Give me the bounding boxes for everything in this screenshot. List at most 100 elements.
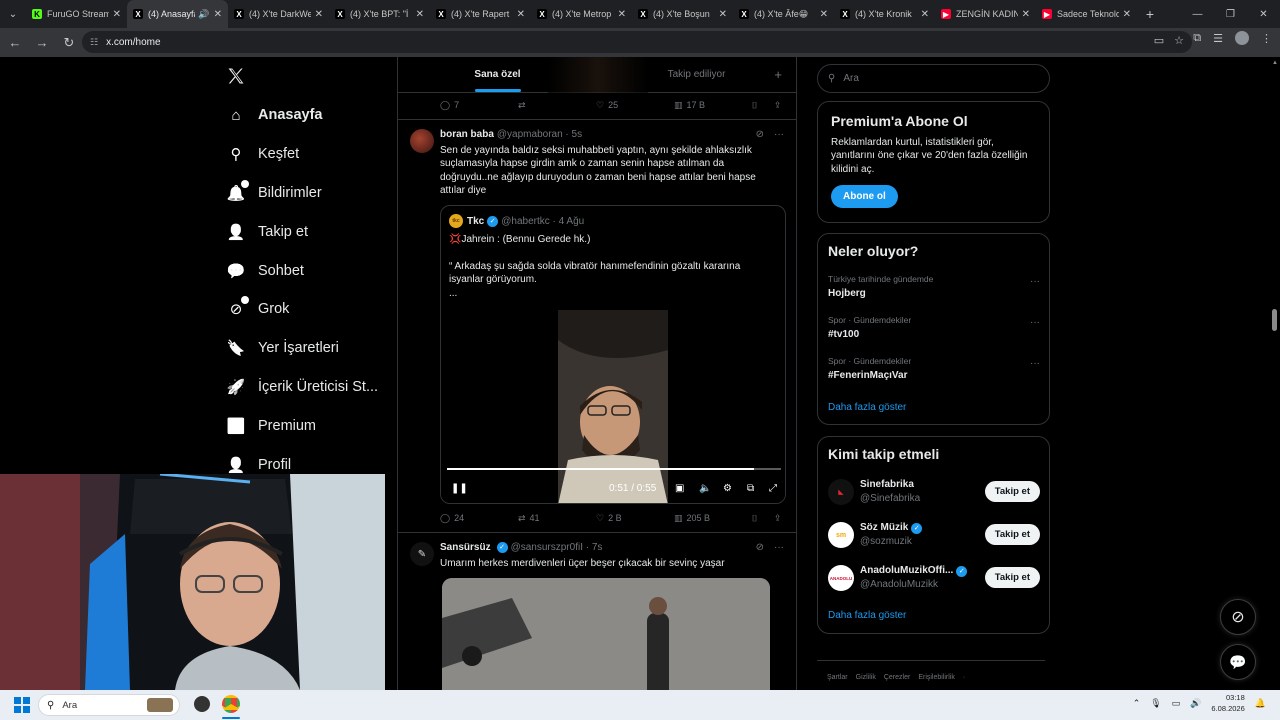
tab-close-icon[interactable]: ✕ bbox=[618, 9, 626, 20]
avatar[interactable]: ✎ bbox=[410, 542, 434, 566]
nav-item-grok[interactable]: ⊘ Grok bbox=[226, 290, 378, 329]
microphone-icon[interactable]: 🎙 bbox=[1150, 698, 1161, 709]
scroll-up-icon[interactable]: ▲ bbox=[1272, 60, 1278, 66]
settings-icon[interactable]: ⚙ bbox=[723, 483, 732, 494]
forward-button[interactable]: → bbox=[30, 31, 54, 55]
close-window-icon[interactable]: ✕ bbox=[1247, 0, 1280, 28]
fullscreen-icon[interactable]: ⤢ bbox=[769, 483, 777, 494]
author-handle[interactable]: @sansurszpr0fiI · 7s bbox=[511, 542, 603, 553]
footer-link[interactable]: Çerezler bbox=[884, 674, 910, 681]
browser-tab[interactable]: X (4) X'te Rapert ✕ bbox=[430, 0, 531, 28]
share-button[interactable]: ⇪ bbox=[774, 100, 782, 111]
browser-tab[interactable]: ▶ Sadece Teknoloji ✕ bbox=[1036, 0, 1137, 28]
views-button[interactable]: ▥ 17 B bbox=[674, 100, 705, 111]
like-button[interactable]: ♡ 2 B bbox=[596, 513, 622, 524]
more-icon[interactable]: ··· bbox=[774, 542, 784, 553]
tab-close-icon[interactable]: ✕ bbox=[921, 9, 929, 20]
author-handle[interactable]: @yapmaboran · 5s bbox=[497, 129, 582, 140]
reload-button[interactable]: ↻ bbox=[57, 31, 81, 55]
nav-item-premium[interactable]: ✅ Premium bbox=[226, 406, 378, 445]
trend-item[interactable]: Spor · Gündemdekiler #FenerinMaçıVar ··· bbox=[828, 356, 1040, 381]
captions-icon[interactable]: ▣ bbox=[675, 483, 684, 494]
browser-tab[interactable]: X (4) X'te Âfe😁 ✕ bbox=[733, 0, 834, 28]
profile-avatar[interactable] bbox=[1235, 31, 1249, 45]
picture-in-picture-icon[interactable]: ⧉ bbox=[747, 483, 754, 494]
volume-icon[interactable]: 🔈 bbox=[699, 483, 711, 494]
footer-link[interactable]: Şartlar bbox=[827, 674, 848, 681]
avatar[interactable]: sm bbox=[828, 522, 854, 548]
bookmark-star-icon[interactable]: ☆ bbox=[1174, 34, 1184, 47]
tab-close-icon[interactable]: ✕ bbox=[1022, 9, 1030, 20]
follow-suggestion[interactable]: ANADOLU AnadoluMuzikOffi... ✓ @AnadoluMuzik… bbox=[828, 563, 1040, 593]
more-icon[interactable]: ··· bbox=[1030, 358, 1040, 369]
browser-tab[interactable]: K FuruGO Stream ✕ bbox=[26, 0, 127, 28]
show-more-follow-link[interactable]: Daha fazla göster bbox=[828, 610, 906, 621]
trend-item[interactable]: Spor · Gündemdekiler #tv100 ··· bbox=[828, 315, 1040, 340]
tab-close-icon[interactable]: ✕ bbox=[820, 9, 828, 20]
browser-tab[interactable]: X (4) X'te DarkWeb ✕ bbox=[228, 0, 329, 28]
nav-item-bell[interactable]: 🔔 4 Bildirimler bbox=[226, 174, 378, 213]
follow-button[interactable]: Takip et bbox=[984, 524, 1040, 545]
restore-icon[interactable]: ❐ bbox=[1214, 0, 1247, 28]
add-tab-icon[interactable]: + bbox=[774, 67, 782, 82]
tab-close-icon[interactable]: ✕ bbox=[315, 9, 323, 20]
more-icon[interactable]: ··· bbox=[1030, 317, 1040, 328]
bookmark-button[interactable]: ⌷ bbox=[752, 100, 757, 111]
footer-link[interactable]: Gizlilik bbox=[856, 674, 876, 681]
chrome-icon[interactable] bbox=[222, 695, 240, 713]
network-icon[interactable]: ▭ bbox=[1172, 698, 1181, 709]
video-progress-bar[interactable] bbox=[447, 468, 781, 470]
nav-item-follow[interactable]: 👤 Takip et bbox=[226, 212, 378, 251]
search-input[interactable]: ⚲ Ara bbox=[817, 64, 1050, 93]
trend-item[interactable]: Türkiye tarihinde gündemde Hojberg ··· bbox=[828, 274, 1040, 299]
follow-button[interactable]: Takip et bbox=[984, 567, 1040, 588]
cast-icon[interactable]: ▭ bbox=[1154, 34, 1164, 47]
address-bar[interactable]: ☷ x.com/home ▭ ☆ bbox=[82, 31, 1192, 53]
tab-close-icon[interactable]: ✕ bbox=[1123, 9, 1131, 20]
avatar[interactable]: ◣ bbox=[828, 479, 854, 505]
scrollbar-thumb[interactable] bbox=[1272, 309, 1277, 331]
menu-icon[interactable]: ⋮ bbox=[1261, 32, 1272, 45]
nav-item-search[interactable]: ⚲ Keşfet bbox=[226, 135, 378, 174]
browser-tab[interactable]: X (4) X'te BPT: "İ ✕ bbox=[329, 0, 430, 28]
views-button[interactable]: ▥ 205 B bbox=[674, 513, 710, 524]
tab-search-button[interactable]: ⌄ bbox=[0, 0, 26, 28]
extensions-icon[interactable]: ⧉ bbox=[1193, 32, 1201, 45]
more-icon[interactable]: ··· bbox=[1030, 276, 1040, 287]
repost-button[interactable]: ⇄ 41 bbox=[518, 513, 540, 524]
nav-item-rocket[interactable]: 🚀 İçerik Üreticisi St... bbox=[226, 368, 378, 407]
browser-tab[interactable]: X (4) X'te Kronik ✕ bbox=[834, 0, 935, 28]
back-button[interactable]: ← bbox=[3, 31, 27, 55]
follow-button[interactable]: Takip et bbox=[984, 481, 1040, 502]
footer-link[interactable]: · bbox=[963, 674, 965, 681]
tab-close-icon[interactable]: ✕ bbox=[719, 9, 727, 20]
browser-tab[interactable]: ▶ ZENGİN KADIN ✕ bbox=[935, 0, 1036, 28]
nav-item-bookmark[interactable]: 🔖 Yer İşaretleri bbox=[226, 329, 378, 368]
browser-tab[interactable]: X (4) X'te Metrop ✕ bbox=[531, 0, 632, 28]
clock[interactable]: 03:18 6.08.2026 bbox=[1211, 692, 1244, 714]
volume-icon[interactable]: 🔊 bbox=[1190, 698, 1201, 709]
subscribe-button[interactable]: Abone ol bbox=[831, 184, 898, 208]
reply-button[interactable]: ◯ 24 bbox=[440, 513, 464, 524]
notification-bell-icon[interactable]: 🔔 bbox=[1255, 698, 1266, 709]
grok-explain-icon[interactable]: ⊘ bbox=[756, 129, 764, 140]
avatar[interactable] bbox=[410, 129, 434, 153]
avatar[interactable]: ANADOLU bbox=[828, 565, 854, 591]
tab-close-icon[interactable]: ✕ bbox=[517, 9, 525, 20]
follow-suggestion[interactable]: ◣ Sinefabrika @Sinefabrika Takip et bbox=[828, 477, 1040, 507]
browser-tab[interactable]: X (4) Anasayfa 🔊 ✕ bbox=[127, 0, 228, 28]
tab-for-you[interactable]: Sana özel bbox=[398, 57, 597, 92]
tab-close-icon[interactable]: ✕ bbox=[113, 9, 121, 20]
tab-following[interactable]: Takip ediliyor bbox=[597, 57, 796, 92]
quoted-post[interactable]: tkc Tkc ✓ @habertkc · 4 Ağu 💢Jahrein : (… bbox=[440, 205, 786, 504]
chevron-up-icon[interactable]: ⌃ bbox=[1133, 698, 1141, 709]
more-icon[interactable]: ··· bbox=[774, 129, 784, 140]
tab-audio-icon[interactable]: 🔊 bbox=[198, 9, 209, 20]
post-image[interactable] bbox=[442, 578, 770, 690]
tab-close-icon[interactable]: ✕ bbox=[214, 9, 222, 20]
grok-fab-button[interactable]: ⊘ bbox=[1220, 599, 1256, 635]
browser-tab[interactable]: X (4) X'te Boşun ✕ bbox=[632, 0, 733, 28]
messages-fab-button[interactable]: 💬 bbox=[1220, 644, 1256, 680]
minimize-icon[interactable]: — bbox=[1181, 0, 1214, 28]
repost-button[interactable]: ⇄ bbox=[518, 100, 526, 111]
